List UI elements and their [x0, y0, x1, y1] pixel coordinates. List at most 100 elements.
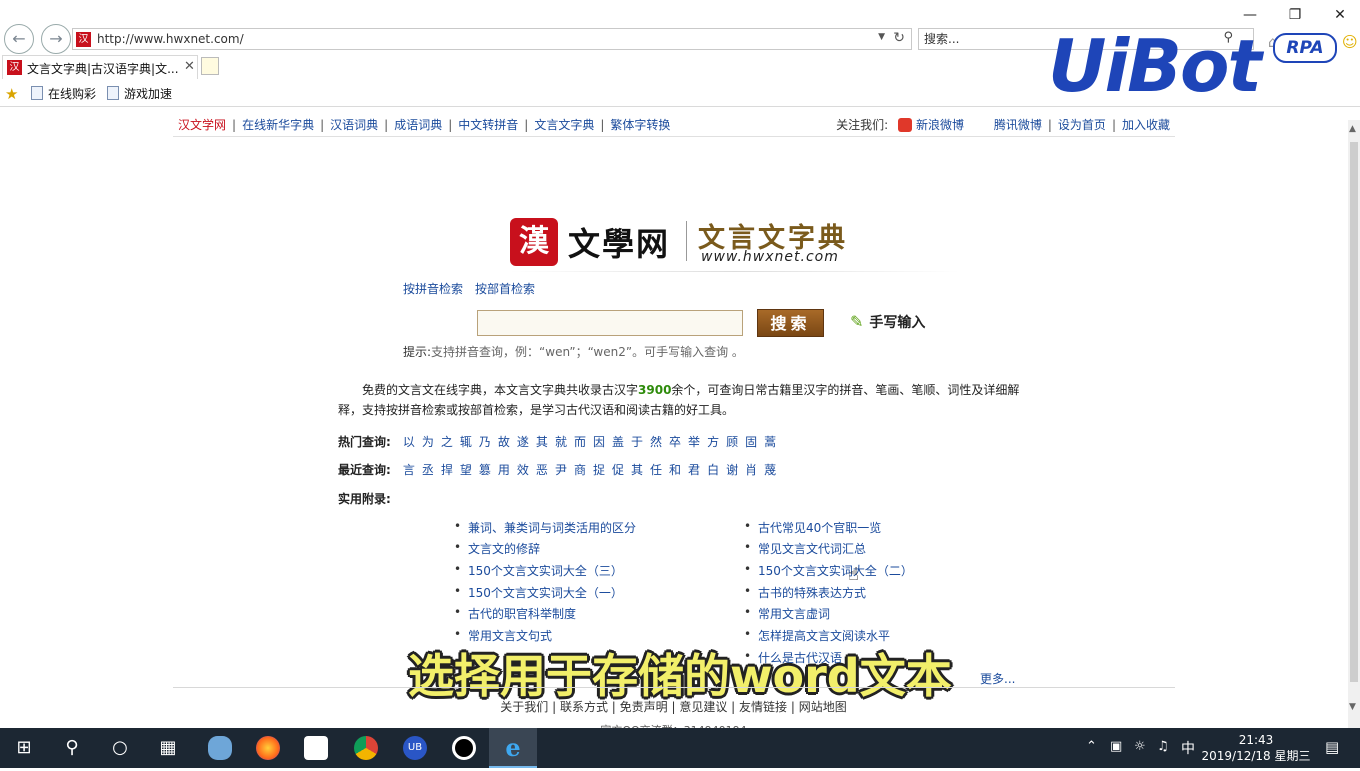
nav-link-bookmark[interactable]: 加入收藏 — [1122, 118, 1170, 132]
minimize-button[interactable]: — — [1230, 4, 1270, 26]
appendix-link[interactable]: 150个文言文实词大全（三） — [454, 562, 623, 579]
appendix-link[interactable]: 古代常见40个官职一览 — [744, 519, 881, 536]
uibot-app-icon[interactable]: UB — [391, 728, 439, 768]
appendix-link[interactable]: 古书的特殊表达方式 — [744, 584, 866, 601]
dictionary-search-input[interactable] — [477, 310, 743, 336]
hot-char-link[interactable]: 为 — [422, 435, 434, 449]
footer-link[interactable]: 关于我们 — [500, 700, 548, 714]
recent-char-link[interactable]: 效 — [517, 463, 529, 477]
hot-char-link[interactable]: 辄 — [460, 435, 472, 449]
ie-icon[interactable]: e — [489, 728, 537, 768]
chrome-icon[interactable] — [342, 728, 390, 768]
recent-char-link[interactable]: 望 — [460, 463, 472, 477]
hot-char-link[interactable]: 方 — [707, 435, 719, 449]
tab-close-icon[interactable]: ✕ — [184, 59, 195, 74]
appendix-link[interactable]: 兼词、兼类词与词类活用的区分 — [454, 519, 636, 536]
hot-char-link[interactable]: 顾 — [726, 435, 738, 449]
appendix-link[interactable]: 150个文言文实词大全（二） — [744, 562, 913, 579]
ime-indicator[interactable]: 中 — [1181, 738, 1195, 758]
nav-link-wenyan[interactable]: 文言文字典 — [534, 118, 594, 132]
nav-link-set-home[interactable]: 设为首页 — [1058, 118, 1106, 132]
recent-char-link[interactable]: 肖 — [745, 463, 757, 477]
hot-char-link[interactable]: 盖 — [612, 435, 624, 449]
recent-char-link[interactable]: 白 — [707, 463, 719, 477]
new-tab-button[interactable] — [201, 57, 219, 75]
hot-char-link[interactable]: 固 — [745, 435, 757, 449]
search-button[interactable]: 搜索 — [757, 309, 824, 337]
footer-link[interactable]: 网站地图 — [799, 700, 847, 714]
nav-link-chengyu[interactable]: 成语词典 — [394, 118, 442, 132]
site-logo[interactable]: 漢 文學网 文言文字典 www.hwxnet.com — [510, 215, 960, 273]
hot-char-link[interactable]: 以 — [403, 435, 415, 449]
recent-char-link[interactable]: 商 — [574, 463, 586, 477]
more-link[interactable]: 更多... — [980, 670, 1015, 687]
hot-char-link[interactable]: 就 — [555, 435, 567, 449]
tray-chevron-icon[interactable]: ⌃ — [1086, 739, 1097, 754]
recent-char-link[interactable]: 丞 — [422, 463, 434, 477]
scroll-down-icon[interactable]: ▼ — [1349, 702, 1356, 712]
network-icon[interactable]: ☼ — [1134, 739, 1146, 754]
hot-char-link[interactable]: 而 — [574, 435, 586, 449]
appendix-link[interactable]: 常见文言文代词汇总 — [744, 540, 866, 557]
appendix-link[interactable]: 150个文言文实词大全（一） — [454, 584, 623, 601]
recent-char-link[interactable]: 任 — [650, 463, 662, 477]
recent-char-link[interactable]: 尹 — [555, 463, 567, 477]
close-window-button[interactable]: ✕ — [1320, 4, 1360, 26]
back-button[interactable]: ← — [4, 24, 34, 54]
appendix-link[interactable]: 古代的职官科举制度 — [454, 605, 576, 622]
hot-char-link[interactable]: 乃 — [479, 435, 491, 449]
favorite-link[interactable]: 游戏加速 — [107, 85, 172, 102]
hot-char-link[interactable]: 蒿 — [764, 435, 776, 449]
nav-link-sina-weibo[interactable]: 新浪微博 — [916, 118, 964, 132]
recent-char-link[interactable]: 促 — [612, 463, 624, 477]
recent-char-link[interactable]: 其 — [631, 463, 643, 477]
nav-link-tencent-weibo[interactable]: 腾讯微博 — [994, 118, 1042, 132]
hot-char-link[interactable]: 于 — [631, 435, 643, 449]
paint-app-icon[interactable] — [196, 728, 244, 768]
taskbar-search-icon[interactable]: ⚲ — [48, 728, 96, 768]
hot-char-link[interactable]: 其 — [536, 435, 548, 449]
hot-char-link[interactable]: 之 — [441, 435, 453, 449]
cortana-icon[interactable]: ○ — [96, 728, 144, 768]
recent-char-link[interactable]: 篡 — [479, 463, 491, 477]
nav-link-fanti[interactable]: 繁体字转换 — [610, 118, 670, 132]
recent-char-link[interactable]: 言 — [403, 463, 415, 477]
recorder-icon[interactable] — [440, 728, 488, 768]
appendix-link[interactable]: 文言文的修辞 — [454, 540, 540, 557]
tab-pinyin-search[interactable]: 按拼音检索 — [403, 280, 463, 297]
recent-char-link[interactable]: 用 — [498, 463, 510, 477]
recent-char-link[interactable]: 君 — [688, 463, 700, 477]
start-button[interactable]: ⊞ — [0, 728, 48, 768]
forward-button[interactable]: → — [41, 24, 71, 54]
hot-char-link[interactable]: 举 — [688, 435, 700, 449]
restore-button[interactable]: ❐ — [1275, 4, 1315, 26]
footer-link[interactable]: 免责声明 — [620, 700, 668, 714]
hot-char-link[interactable]: 然 — [650, 435, 662, 449]
hot-char-link[interactable]: 故 — [498, 435, 510, 449]
tab-radical-search[interactable]: 按部首检索 — [475, 280, 535, 297]
refresh-icon[interactable]: ↻ — [893, 30, 905, 46]
appendix-link[interactable]: 常用文言虚词 — [744, 605, 830, 622]
notification-icon[interactable]: ▤ — [1325, 738, 1339, 756]
feedback-smiley-icon[interactable]: ☺ — [1342, 33, 1358, 51]
youku-icon[interactable] — [292, 728, 340, 768]
favorite-link[interactable]: 在线购彩 — [31, 85, 96, 102]
footer-link[interactable]: 意见建议 — [679, 700, 727, 714]
favorites-star-icon[interactable]: ★ — [5, 85, 18, 103]
nav-link-home[interactable]: 汉文学网 — [178, 118, 226, 132]
hot-char-link[interactable]: 遂 — [517, 435, 529, 449]
vertical-scrollbar[interactable]: ▲ ▼ — [1348, 120, 1360, 728]
footer-link[interactable]: 联系方式 — [560, 700, 608, 714]
hot-char-link[interactable]: 因 — [593, 435, 605, 449]
nav-link-xinhua[interactable]: 在线新华字典 — [242, 118, 314, 132]
address-url[interactable]: http://www.hwxnet.com/ — [97, 32, 244, 46]
recent-char-link[interactable]: 捉 — [593, 463, 605, 477]
recent-char-link[interactable]: 恶 — [536, 463, 548, 477]
recent-char-link[interactable]: 捍 — [441, 463, 453, 477]
recent-char-link[interactable]: 谢 — [726, 463, 738, 477]
address-bar[interactable]: 汉 http://www.hwxnet.com/ ▼ ↻ — [72, 28, 912, 50]
handwrite-input-button[interactable]: ✎ 手写输入 — [850, 312, 925, 332]
scroll-up-icon[interactable]: ▲ — [1349, 124, 1356, 134]
system-clock[interactable]: 21:43 2019/12/18 星期三 — [1200, 732, 1312, 764]
nav-link-ciqian[interactable]: 汉语词典 — [330, 118, 378, 132]
